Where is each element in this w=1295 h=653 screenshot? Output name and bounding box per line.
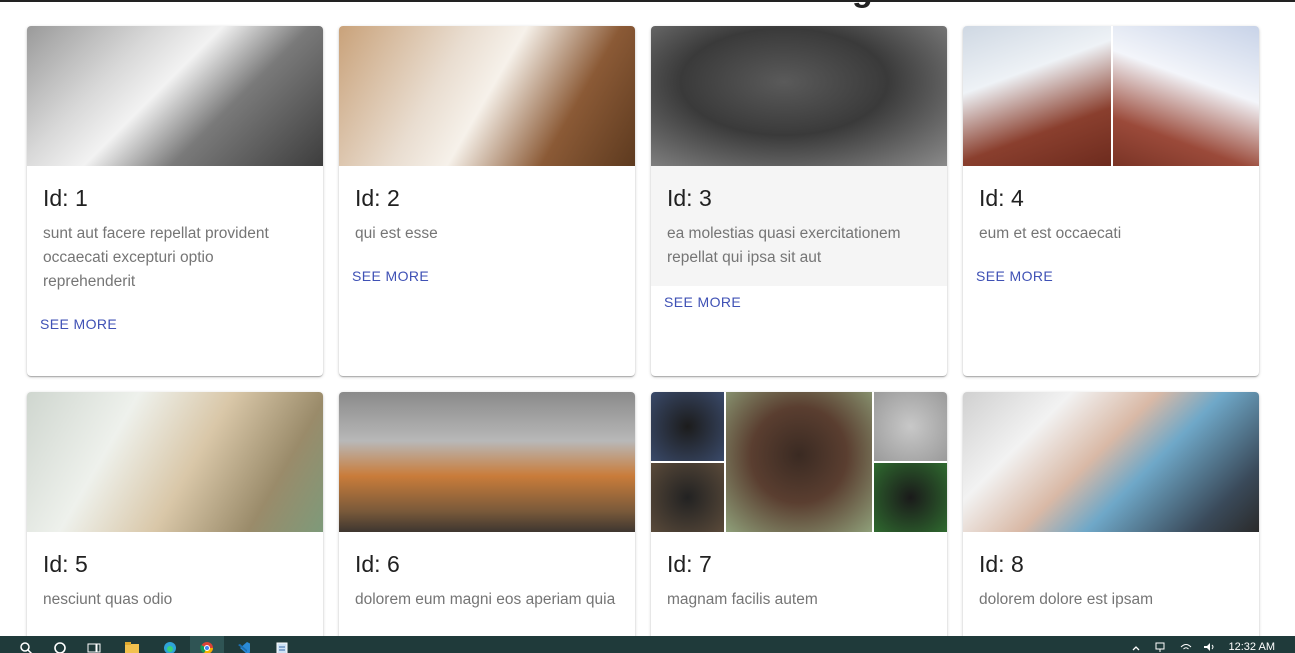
see-more-button[interactable]: SEE MORE: [40, 316, 117, 332]
see-more-button[interactable]: SEE MORE: [352, 268, 429, 284]
search-icon[interactable]: [18, 641, 34, 653]
card-description: nesciunt quas odio: [43, 591, 173, 608]
taskbar-clock[interactable]: 12:32 AM: [1229, 642, 1275, 653]
file-explorer-icon[interactable]: [124, 641, 140, 653]
notepad-icon[interactable]: [274, 641, 290, 653]
cortana-icon[interactable]: [52, 641, 68, 653]
chevron-up-icon[interactable]: [1128, 641, 1144, 653]
card-image: [651, 392, 947, 532]
post-card[interactable]: Id: 6 dolorem eum magni eos aperiam quia: [339, 392, 635, 652]
network-icon[interactable]: [1152, 641, 1168, 653]
card-description: ea molestias quasi exercitationem repell…: [667, 225, 901, 266]
post-card[interactable]: Id: 2 qui est esse SEE MORE: [339, 26, 635, 376]
post-card[interactable]: Id: 7 magnam facilis autem: [651, 392, 947, 652]
card-description: dolorem dolore est ipsam: [979, 591, 1154, 608]
volume-icon[interactable]: [1201, 641, 1217, 653]
post-card[interactable]: Id: 5 nesciunt quas odio: [27, 392, 323, 652]
card-title: Id: 5: [43, 551, 88, 577]
card-description: magnam facilis autem: [667, 591, 818, 608]
vscode-icon[interactable]: [236, 641, 252, 653]
card-image: [27, 26, 323, 166]
card-title: Id: 7: [667, 551, 712, 577]
chrome-icon[interactable]: [199, 641, 215, 653]
wifi-icon[interactable]: [1178, 641, 1194, 653]
card-description: sunt aut facere repellat provident occae…: [43, 225, 269, 290]
card-title: Id: 4: [979, 185, 1024, 211]
post-card[interactable]: Id: 3 ea molestias quasi exercitationem …: [651, 26, 947, 376]
card-description: qui est esse: [355, 225, 438, 242]
post-card[interactable]: Id: 4 eum et est occaecati SEE MORE: [963, 26, 1259, 376]
card-image: [651, 26, 947, 166]
taskbar: 12:32 AM: [0, 636, 1295, 653]
card-image: [27, 392, 323, 532]
top-border: [0, 0, 1295, 2]
card-title: Id: 3: [667, 185, 712, 211]
card-title: Id: 6: [355, 551, 400, 577]
card-description: dolorem eum magni eos aperiam quia: [355, 591, 616, 608]
card-image: [963, 392, 1259, 532]
task-view-icon[interactable]: [86, 641, 102, 653]
card-image: [339, 26, 635, 166]
card-title: Id: 2: [355, 185, 400, 211]
see-more-button[interactable]: SEE MORE: [664, 294, 741, 310]
page-heading: g: [852, 0, 873, 7]
card-grid: Id: 1 sunt aut facere repellat provident…: [27, 26, 1259, 652]
card-title: Id: 1: [43, 185, 88, 211]
post-card[interactable]: Id: 8 dolorem dolore est ipsam: [963, 392, 1259, 652]
post-card[interactable]: Id: 1 sunt aut facere repellat provident…: [27, 26, 323, 376]
card-title: Id: 8: [979, 551, 1024, 577]
card-description: eum et est occaecati: [979, 225, 1122, 242]
card-image: [339, 392, 635, 532]
edge-icon[interactable]: [162, 641, 178, 653]
see-more-button[interactable]: SEE MORE: [976, 268, 1053, 284]
card-image: [963, 26, 1259, 166]
